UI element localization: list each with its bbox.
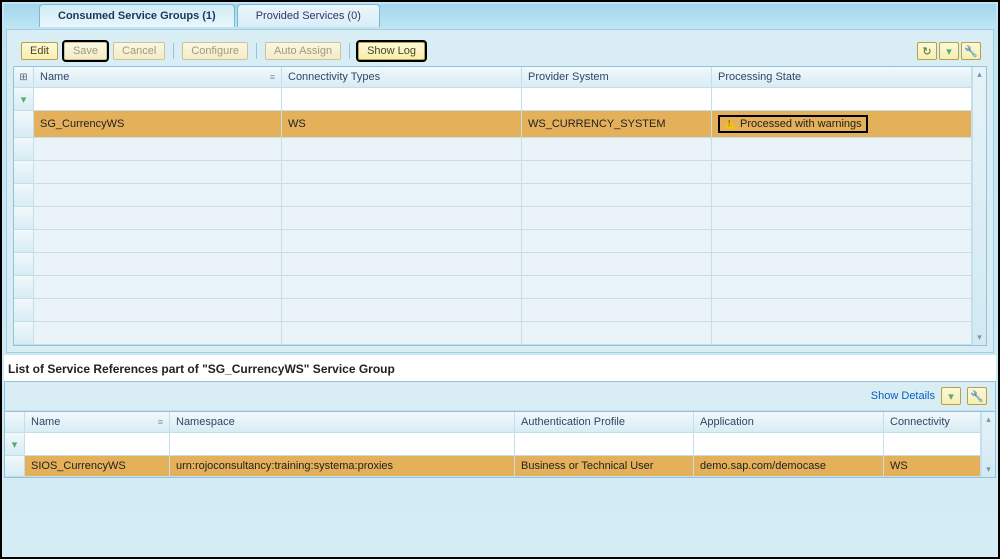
scrollbar[interactable]: ▴▾ [981,412,995,477]
filter-prov[interactable] [522,88,712,110]
refresh-icon[interactable]: ↻ [917,42,937,60]
row-header [5,412,25,432]
col-processing-state[interactable]: Processing State [712,67,972,87]
table-row [14,322,972,345]
settings-icon[interactable]: 🔧 [961,42,981,60]
cell-name: SG_CurrencyWS [34,111,282,137]
col-auth-profile[interactable]: Authentication Profile [515,412,694,432]
table-row [14,161,972,184]
filter-proc[interactable] [712,88,972,110]
tab-bar: Consumed Service Groups (1) Provided Ser… [4,4,996,27]
sort-indicator-icon: ≡ [270,72,275,82]
table-row[interactable]: SIOS_CurrencyWS urn:rojoconsultancy:trai… [5,456,981,477]
cell-prov: WS_CURRENCY_SYSTEM [522,111,712,137]
filter-name[interactable] [25,433,170,455]
filter-conn[interactable] [884,433,981,455]
table-row [14,184,972,207]
col-name[interactable]: Name ≡ [25,412,170,432]
filter-auth[interactable] [515,433,694,455]
filter-toggle-icon[interactable]: ▾ [941,387,961,405]
service-references-table: Name ≡ Namespace Authentication Profile A… [4,411,996,478]
table-row [14,253,972,276]
cell-ns: urn:rojoconsultancy:training:systema:pro… [170,456,515,476]
settings-icon[interactable]: 🔧 [967,387,987,405]
col-name-label: Name [31,416,60,428]
save-button: Save [64,42,107,60]
select-all-icon[interactable]: ⊞ [14,67,34,87]
show-log-button[interactable]: Show Log [358,42,425,60]
configure-button: Configure [182,42,248,60]
col-application[interactable]: Application [694,412,884,432]
col-name-label: Name [40,71,69,83]
col-connectivity[interactable]: Connectivity [884,412,981,432]
details-toolbar: Show Details ▾ 🔧 [4,381,996,411]
cell-name: SIOS_CurrencyWS [25,456,170,476]
filter-ns[interactable] [170,433,515,455]
table-row [14,138,972,161]
table-row [14,276,972,299]
cell-proc: Processed with warnings [712,111,972,137]
row-select[interactable] [5,456,25,476]
show-details-link[interactable]: Show Details [871,390,935,402]
col-connectivity-types[interactable]: Connectivity Types [282,67,522,87]
table-row [14,230,972,253]
col-name[interactable]: Name ≡ [34,67,282,87]
status-text: Processed with warnings [740,118,862,130]
service-groups-table: ⊞ Name ≡ Connectivity Types Provider Syst… [13,66,987,346]
cell-auth: Business or Technical User [515,456,694,476]
separator [256,43,257,59]
table-row [14,207,972,230]
status-badge: Processed with warnings [718,115,868,133]
col-provider-system[interactable]: Provider System [522,67,712,87]
cancel-button: Cancel [113,42,165,60]
tab-consumed[interactable]: Consumed Service Groups (1) [39,4,235,27]
filter-icon[interactable]: ▾ [5,433,25,455]
table-row [14,299,972,322]
cell-conn: WS [884,456,981,476]
filter-app[interactable] [694,433,884,455]
edit-button[interactable]: Edit [21,42,58,60]
row-select[interactable] [14,111,34,137]
sort-indicator-icon: ≡ [158,417,163,427]
auto-assign-button: Auto Assign [265,42,341,60]
filter-toggle-icon[interactable]: ▾ [939,42,959,60]
filter-icon[interactable]: ▾ [14,88,34,110]
warning-icon [724,119,736,129]
section-title: List of Service References part of "SG_C… [4,355,996,381]
scrollbar[interactable]: ▴▾ [972,67,986,345]
separator [173,43,174,59]
cell-app: demo.sap.com/democase [694,456,884,476]
filter-conn[interactable] [282,88,522,110]
table-row[interactable]: SG_CurrencyWS WS WS_CURRENCY_SYSTEM Proc… [14,111,972,138]
filter-name[interactable] [34,88,282,110]
tab-provided[interactable]: Provided Services (0) [237,4,380,27]
toolbar: Edit Save Cancel Configure Auto Assign S… [13,36,987,66]
separator [349,43,350,59]
cell-conn: WS [282,111,522,137]
col-namespace[interactable]: Namespace [170,412,515,432]
